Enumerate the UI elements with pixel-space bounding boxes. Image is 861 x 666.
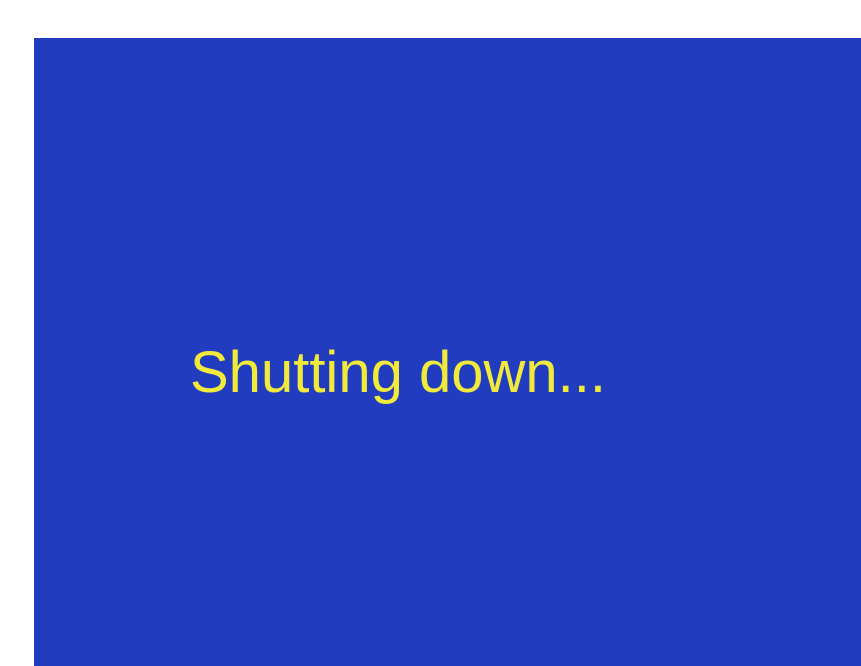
page: Shutting down... [0, 0, 861, 666]
shutdown-screen: Shutting down... [34, 38, 861, 666]
shutdown-message: Shutting down... [190, 340, 606, 405]
